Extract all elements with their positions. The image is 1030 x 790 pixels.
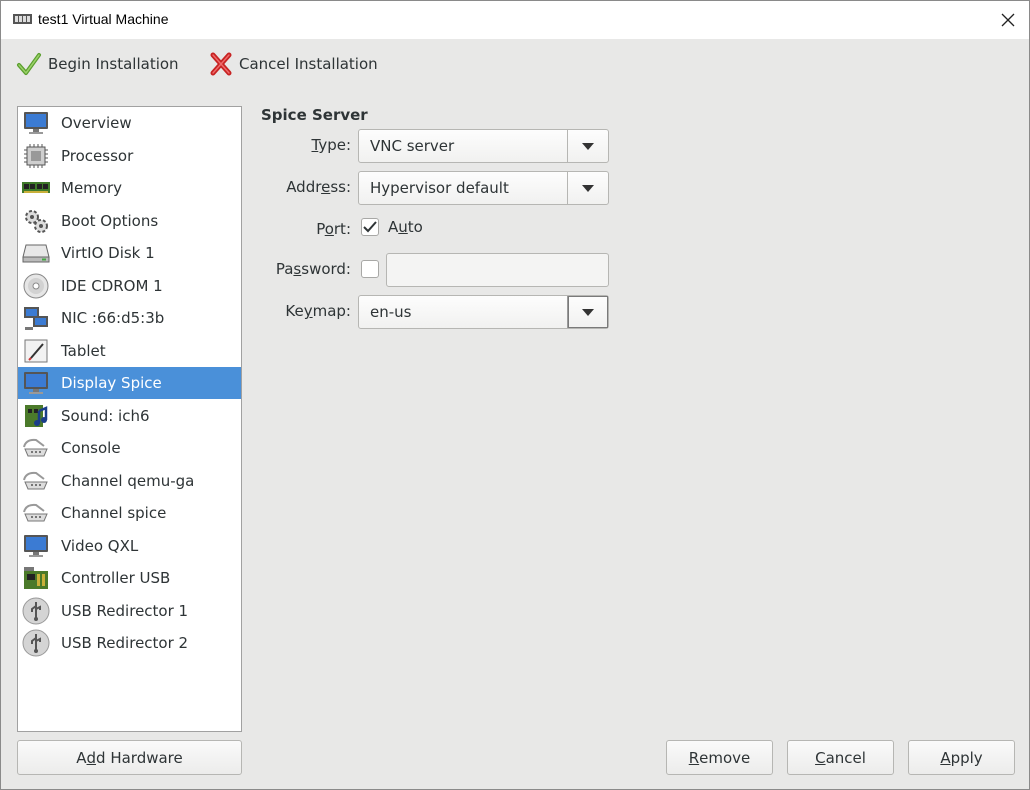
sidebar-item-controller-usb[interactable]: Controller USB	[18, 562, 241, 594]
monitor-icon	[22, 109, 50, 137]
sidebar-item-display-spice[interactable]: Display Spice	[18, 367, 241, 399]
disk-icon	[22, 239, 50, 267]
cancel-button[interactable]: Cancel	[787, 740, 894, 775]
monitor-icon	[22, 532, 50, 560]
monitor-icon	[22, 369, 50, 397]
keymap-label: Keymap:	[285, 302, 351, 320]
address-label: Address:	[286, 178, 351, 196]
sidebar-item-ide-cdrom[interactable]: IDE CDROM 1	[18, 270, 241, 302]
cancel-installation-label: Cancel Installation	[239, 55, 378, 73]
tablet-icon	[22, 337, 50, 365]
apply-button[interactable]: Apply	[908, 740, 1015, 775]
checkmark-icon	[17, 53, 41, 75]
begin-installation-label: Begin Installation	[48, 55, 179, 73]
port-label: Port:	[316, 220, 351, 238]
password-input[interactable]	[386, 253, 609, 287]
sidebar-item-nic[interactable]: NIC :66:d5:3b	[18, 302, 241, 334]
usb-icon	[22, 629, 50, 657]
dropdown-arrow-icon	[567, 172, 608, 204]
type-label: Type:	[311, 136, 351, 154]
title-bar: test1 Virtual Machine	[1, 1, 1029, 39]
memory-icon	[22, 174, 50, 202]
hardware-list: Overview Processor Memory Boot Options V…	[17, 106, 242, 732]
check-icon	[363, 221, 377, 233]
sidebar-item-memory[interactable]: Memory	[18, 172, 241, 204]
type-value: VNC server	[370, 137, 455, 155]
password-label: Password:	[275, 260, 351, 278]
port-auto-checkbox[interactable]	[361, 218, 379, 236]
toolbar: Begin Installation Cancel Installation	[1, 39, 1029, 89]
address-combo[interactable]: Hypervisor default	[358, 171, 609, 205]
dropdown-arrow-icon	[567, 296, 608, 328]
password-checkbox[interactable]	[361, 260, 379, 278]
serial-icon	[22, 467, 50, 495]
serial-icon	[22, 499, 50, 527]
sidebar-item-overview[interactable]: Overview	[18, 107, 241, 139]
usb-icon	[22, 597, 50, 625]
address-value: Hypervisor default	[370, 179, 509, 197]
red-x-icon	[210, 52, 232, 76]
vm-details-window: test1 Virtual Machine Begin Installation…	[0, 0, 1030, 790]
sidebar-item-boot-options[interactable]: Boot Options	[18, 205, 241, 237]
sidebar-item-channel-qemu-ga[interactable]: Channel qemu-ga	[18, 465, 241, 497]
serial-icon	[22, 434, 50, 462]
processor-icon	[22, 142, 50, 170]
cancel-installation-button[interactable]: Cancel Installation	[209, 49, 378, 79]
controller-icon	[22, 564, 50, 592]
keymap-value: en-us	[370, 303, 412, 321]
port-auto-label[interactable]: Auto	[388, 218, 423, 236]
sound-icon	[22, 402, 50, 430]
keymap-combo[interactable]: en-us	[358, 295, 609, 329]
sidebar-item-usb-redirector-2[interactable]: USB Redirector 2	[18, 627, 241, 659]
sidebar-item-channel-spice[interactable]: Channel spice	[18, 497, 241, 529]
add-hardware-button[interactable]: Add Hardware	[17, 740, 242, 775]
section-title: Spice Server	[261, 106, 368, 124]
remove-button[interactable]: Remove	[666, 740, 773, 775]
network-icon	[22, 304, 50, 332]
gears-icon	[22, 207, 50, 235]
sidebar-item-video-qxl[interactable]: Video QXL	[18, 530, 241, 562]
begin-installation-button[interactable]: Begin Installation	[16, 49, 179, 79]
dropdown-arrow-icon	[567, 130, 608, 162]
close-icon	[1001, 13, 1015, 27]
sidebar-item-processor[interactable]: Processor	[18, 140, 241, 172]
sidebar-item-usb-redirector-1[interactable]: USB Redirector 1	[18, 595, 241, 627]
sidebar-item-console[interactable]: Console	[18, 432, 241, 464]
sidebar-item-virtio-disk[interactable]: VirtIO Disk 1	[18, 237, 241, 269]
close-button[interactable]	[991, 5, 1025, 35]
sidebar-item-sound[interactable]: Sound: ich6	[18, 400, 241, 432]
type-combo[interactable]: VNC server	[358, 129, 609, 163]
sidebar-item-tablet[interactable]: Tablet	[18, 335, 241, 367]
cdrom-icon	[22, 272, 50, 300]
window-title: test1 Virtual Machine	[38, 11, 169, 27]
virt-manager-icon	[13, 14, 32, 24]
